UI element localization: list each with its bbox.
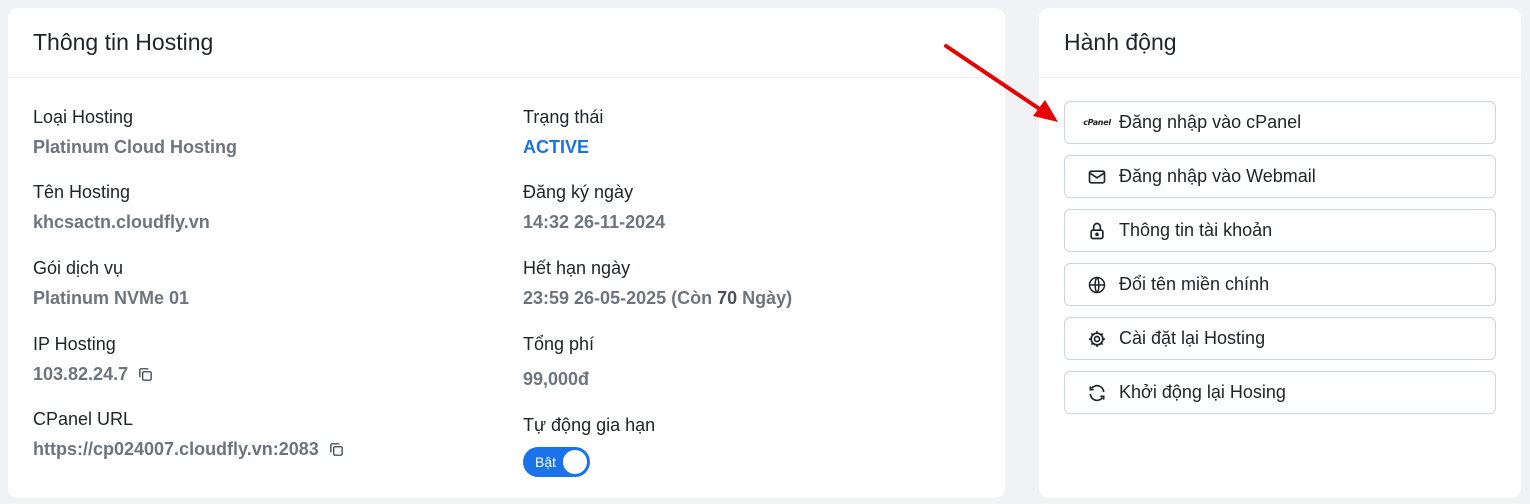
hosting-info-header: Thông tin Hosting [8, 8, 1005, 78]
button-label: Cài đặt lại Hosting [1119, 328, 1266, 348]
field-auto-renew: Tự động gia hạn Bật [523, 415, 655, 477]
auto-renew-toggle[interactable]: Bật [523, 447, 590, 477]
field-label: Đăng ký ngày [523, 182, 634, 202]
field-label: Loại Hosting [33, 107, 134, 127]
field-label: Hết hạn ngày [523, 258, 631, 278]
expiry-value: 23:59 26-05-2025 (Còn [523, 288, 718, 308]
field-registered-date: Đăng ký ngày 14:32 26-11-2024 [523, 182, 665, 232]
field-value: 14:32 26-11-2024 [523, 212, 666, 232]
field-expiry-date: Hết hạn ngày 23:59 26-05-2025 (Còn 70 Ng… [523, 258, 792, 308]
hosting-info-title: Thông tin Hosting [33, 29, 214, 55]
field-label: Tên Hosting [33, 182, 131, 202]
button-label: Thông tin tài khoản [1119, 220, 1273, 240]
field-label: Gói dịch vụ [33, 258, 124, 278]
field-value-row: https://cp024007.cloudfly.vn:2083 [33, 439, 345, 459]
cpanel-url-value: https://cp024007.cloudfly.vn:2083 [33, 439, 319, 459]
field-ip-hosting: IP Hosting 103.82.24.7 [33, 334, 154, 384]
restart-hosting-button[interactable]: Khởi động lại Hosing [1064, 371, 1496, 414]
lock-icon [1087, 221, 1107, 241]
field-value: Platinum Cloud Hosting [33, 137, 237, 157]
actions-card: Hành động cPanel Đăng nhập vào cPanel Đă… [1039, 8, 1521, 498]
refresh-icon [1087, 383, 1107, 403]
account-info-button[interactable]: Thông tin tài khoản [1064, 209, 1496, 252]
ip-value: 103.82.24.7 [33, 364, 129, 384]
field-label: Tự động gia hạn [523, 415, 656, 435]
button-label: Đổi tên miền chính [1119, 274, 1270, 294]
toggle-knob [563, 450, 587, 474]
copy-icon[interactable] [137, 366, 154, 383]
change-domain-button[interactable]: Đổi tên miền chính [1064, 263, 1496, 306]
field-service-plan: Gói dịch vụ Platinum NVMe 01 [33, 258, 189, 308]
button-label: Đăng nhập vào cPanel [1119, 112, 1302, 132]
field-value: khcsactn.cloudfly.vn [33, 212, 210, 232]
field-label: CPanel URL [33, 409, 134, 429]
webmail-login-button[interactable]: Đăng nhập vào Webmail [1064, 155, 1496, 198]
field-value: Platinum NVMe 01 [33, 288, 190, 308]
copy-icon[interactable] [328, 441, 345, 458]
reinstall-hosting-button[interactable]: Cài đặt lại Hosting [1064, 317, 1496, 360]
field-value-row: 103.82.24.7 [33, 364, 154, 384]
field-hosting-name: Tên Hosting khcsactn.cloudfly.vn [33, 182, 210, 232]
toggle-label: Bật [535, 454, 557, 470]
annotation-arrow-icon [944, 44, 1058, 122]
field-label: IP Hosting [33, 334, 116, 354]
field-value-row: 23:59 26-05-2025 (Còn 70 Ngày) [523, 288, 792, 308]
cpanel-login-button[interactable]: cPanel Đăng nhập vào cPanel [1064, 101, 1496, 144]
remaining-days: 70 [717, 288, 738, 308]
field-hosting-type: Loại Hosting Platinum Cloud Hosting [33, 107, 237, 157]
actions-header: Hành động [1039, 8, 1521, 78]
field-cpanel-url: CPanel URL https://cp024007.cloudfly.vn:… [33, 409, 345, 459]
cpanel-icon: cPanel [1083, 118, 1111, 127]
field-label: Trạng thái [523, 107, 604, 127]
field-total-fee: Tổng phí 99,000đ [523, 334, 594, 389]
field-label: Tổng phí [523, 334, 595, 354]
mail-icon [1087, 167, 1107, 187]
status-badge: ACTIVE [523, 137, 590, 157]
globe-www-icon [1087, 275, 1107, 295]
field-status: Trạng thái ACTIVE [523, 107, 603, 157]
field-value: 99,000đ [523, 369, 590, 389]
expiry-suffix: Ngày) [737, 288, 793, 308]
gear-icon [1087, 329, 1107, 349]
actions-title: Hành động [1064, 29, 1177, 55]
hosting-info-card: Thông tin Hosting Loại Hosting Platinum … [8, 8, 1005, 498]
button-label: Khởi động lại Hosing [1119, 382, 1286, 402]
button-label: Đăng nhập vào Webmail [1119, 166, 1316, 186]
